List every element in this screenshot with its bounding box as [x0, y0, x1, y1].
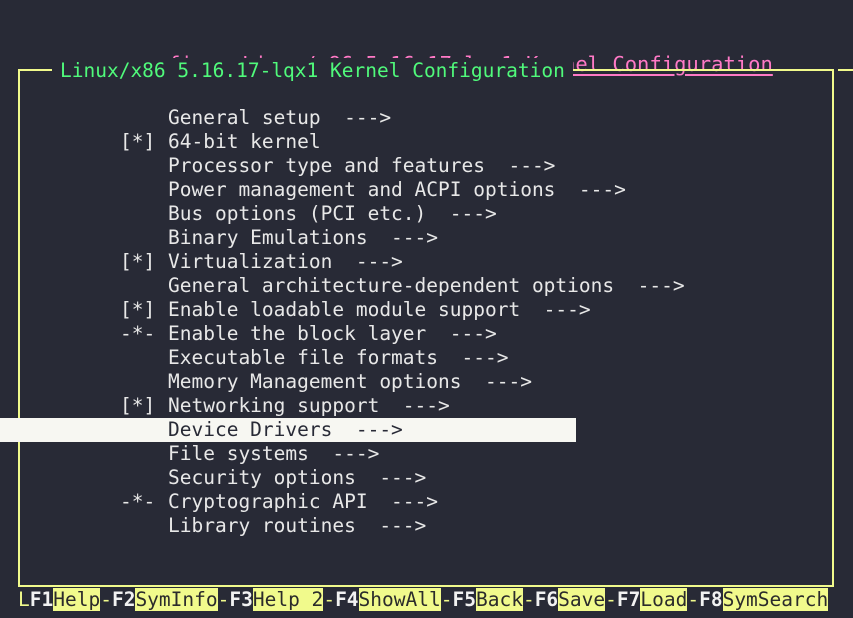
- menu-item[interactable]: -*- Enable the block layer --->: [0, 322, 853, 346]
- menu-item-label: Enable loadable module support --->: [168, 298, 591, 321]
- fnkey-f7-key[interactable]: F7: [617, 588, 640, 611]
- fnkey-f1-key[interactable]: F1: [30, 588, 53, 611]
- fnkey-f4-key[interactable]: F4: [335, 588, 358, 611]
- menu-item[interactable]: Power management and ACPI options --->: [0, 178, 853, 202]
- menu-item[interactable]: -*- Cryptographic API --->: [0, 490, 853, 514]
- menu-item-label: 64-bit kernel: [168, 130, 321, 153]
- menu-item-checkbox[interactable]: [*]: [120, 130, 168, 154]
- fnkey-separator: -: [522, 588, 535, 611]
- fnkey-separator: -: [605, 588, 617, 611]
- fnkey-f5-key[interactable]: F5: [452, 588, 475, 611]
- fnkey-f8-key[interactable]: F8: [699, 588, 722, 611]
- menu-item-label: Virtualization --->: [168, 250, 403, 273]
- menu-item[interactable]: Bus options (PCI etc.) --->: [0, 202, 853, 226]
- menu-item[interactable]: Executable file formats --->: [0, 346, 853, 370]
- menu-item-label: Cryptographic API --->: [168, 490, 439, 513]
- menu-item-label: Binary Emulations --->: [168, 226, 439, 249]
- menu-item-label: Security options --->: [168, 466, 427, 489]
- fnkey-f5-label[interactable]: Back: [475, 588, 523, 611]
- frame-border-stub: [838, 69, 853, 71]
- menu-item-label: Memory Management options --->: [168, 370, 532, 393]
- function-key-bar[interactable]: LF1Help-F2SymInfo-F3Help 2-F4ShowAll-F5B…: [18, 587, 853, 613]
- frame-corner-glyph: L: [18, 588, 30, 611]
- menu-item-checkbox[interactable]: -*-: [120, 322, 168, 346]
- terminal-screen: .config - Linux/x86 5.16.17-lqx1 Kernel …: [0, 0, 853, 618]
- fnkey-separator: -: [687, 588, 700, 611]
- menu-item[interactable]: [*] 64-bit kernel: [0, 130, 853, 154]
- menu-item-checkbox[interactable]: -*-: [120, 490, 168, 514]
- menu-item-checkbox[interactable]: [*]: [120, 250, 168, 274]
- menu-item[interactable]: Library routines --->: [0, 514, 853, 538]
- frame-legend-label: Linux/x86 5.16.17-lqx1 Kernel Configurat…: [52, 58, 573, 84]
- kernel-config-menu[interactable]: General setup ---> [*] 64-bit kernel Proces…: [0, 106, 853, 538]
- menu-item[interactable]: Processor type and features --->: [0, 154, 853, 178]
- menu-item-label: Enable the block layer --->: [168, 322, 497, 345]
- menu-item-label: General setup --->: [168, 106, 392, 129]
- fnkey-f6-key[interactable]: F6: [535, 588, 558, 611]
- menu-item-label: Power management and ACPI options --->: [168, 178, 626, 201]
- menu-item-label: Executable file formats --->: [168, 346, 509, 369]
- fnkey-f6-label[interactable]: Save: [558, 588, 606, 611]
- fnkey-separator: -: [440, 588, 453, 611]
- fnkey-f3-key[interactable]: F3: [229, 588, 252, 611]
- fnkey-separator: -: [217, 588, 230, 611]
- menu-item-checkbox[interactable]: [*]: [120, 298, 168, 322]
- menu-item-label: Processor type and features --->: [168, 154, 556, 177]
- fnkey-separator: -: [323, 588, 336, 611]
- menu-item[interactable]: File systems --->: [0, 442, 853, 466]
- menu-item-label: File systems --->: [168, 442, 380, 465]
- menu-item-label: Bus options (PCI etc.) --->: [168, 202, 497, 225]
- fnkey-f2-label[interactable]: SymInfo: [135, 588, 218, 611]
- menu-item-label: Device Drivers --->: [168, 418, 403, 441]
- menu-item[interactable]: Security options --->: [0, 466, 853, 490]
- fnkey-f8-label[interactable]: SymSearch: [722, 588, 829, 611]
- fnkey-separator: -: [100, 588, 112, 611]
- menu-item[interactable]: Device Drivers --->: [0, 418, 576, 442]
- menu-item-label: Library routines --->: [168, 514, 427, 537]
- fnkey-f2-key[interactable]: F2: [112, 588, 135, 611]
- menu-item[interactable]: [*] Enable loadable module support --->: [0, 298, 853, 322]
- menu-item[interactable]: General architecture-dependent options -…: [0, 274, 853, 298]
- menu-item[interactable]: Binary Emulations --->: [0, 226, 853, 250]
- menu-item[interactable]: Memory Management options --->: [0, 370, 853, 394]
- menu-item[interactable]: General setup --->: [0, 106, 853, 130]
- fnkey-f1-label[interactable]: Help: [53, 588, 101, 611]
- menu-item-label: Networking support --->: [168, 394, 450, 417]
- menu-item-label: General architecture-dependent options -…: [168, 274, 685, 297]
- menu-item-checkbox[interactable]: [*]: [120, 394, 168, 418]
- menu-item[interactable]: [*] Networking support --->: [0, 394, 853, 418]
- fnkey-f4-label[interactable]: ShowAll: [358, 588, 441, 611]
- fnkey-f3-label[interactable]: Help 2: [252, 588, 324, 611]
- menu-item[interactable]: [*] Virtualization --->: [0, 250, 853, 274]
- fnkey-f7-label[interactable]: Load: [640, 588, 688, 611]
